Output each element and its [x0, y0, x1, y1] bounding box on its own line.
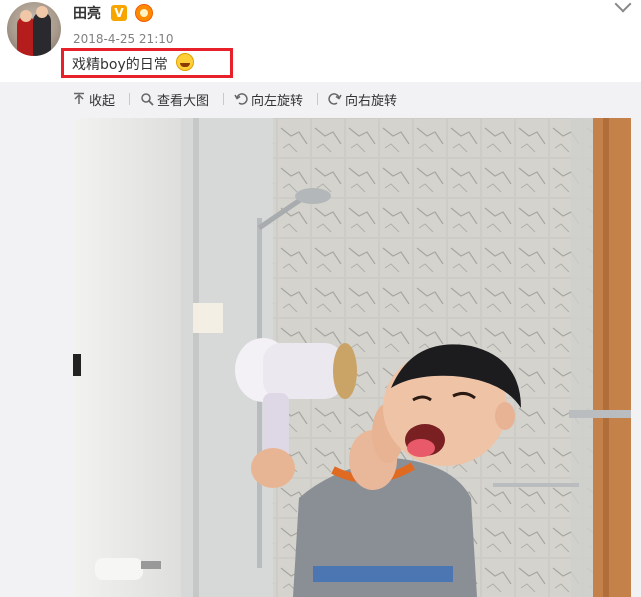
- collapse-button[interactable]: 收起: [72, 90, 115, 109]
- rotate-right-icon: [328, 92, 342, 106]
- username[interactable]: 田亮: [73, 3, 101, 23]
- toolbar-divider: [129, 93, 131, 105]
- toolbar-divider: [317, 93, 319, 105]
- rotate-left-label: 向左旋转: [251, 93, 304, 109]
- rotate-right-label: 向右旋转: [345, 93, 398, 109]
- avatar-figure-right: [33, 12, 51, 56]
- post-text: 戏精boy的日常: [72, 57, 168, 73]
- post-timestamp[interactable]: 2018-4-25 21:10: [73, 32, 174, 46]
- avatar[interactable]: [7, 2, 61, 56]
- photo-illustration: [73, 118, 631, 597]
- collapse-label: 收起: [89, 93, 116, 109]
- media-toolbar: 收起 查看大图 向左旋转 向右旋转: [72, 88, 411, 110]
- toolbar-divider: [223, 93, 225, 105]
- magnifier-icon: [140, 92, 154, 106]
- chevron-down-icon[interactable]: [614, 0, 632, 13]
- laughing-face-icon: [176, 53, 194, 71]
- view-large-label: 查看大图: [157, 93, 210, 109]
- avatar-head-left: [20, 10, 32, 22]
- post-photo[interactable]: [73, 118, 631, 597]
- rotate-right-button[interactable]: 向右旋转: [328, 90, 397, 109]
- view-large-button[interactable]: 查看大图: [140, 90, 209, 109]
- collapse-arrow-up-icon: [72, 92, 86, 106]
- rotate-left-button[interactable]: 向左旋转: [234, 90, 303, 109]
- rotate-left-icon: [234, 92, 248, 106]
- verified-badge-icon: V: [111, 5, 127, 21]
- level-icon[interactable]: [135, 4, 153, 22]
- avatar-head-right: [36, 6, 48, 18]
